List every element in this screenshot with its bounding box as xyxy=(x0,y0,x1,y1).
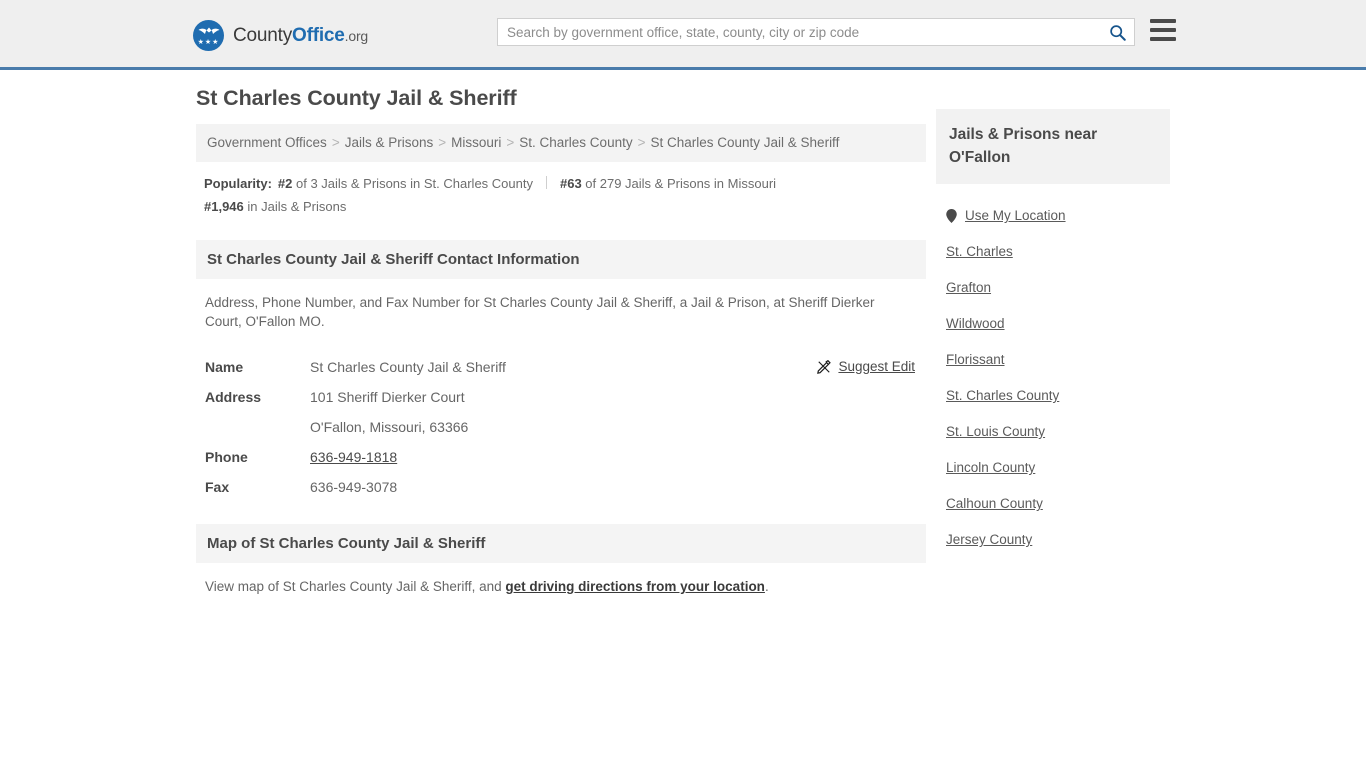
contact-row-value: 636-949-3078 xyxy=(310,479,398,495)
popularity-text: in Jails & Prisons xyxy=(243,199,347,214)
main-column: St Charles County Jail & Sheriff Governm… xyxy=(196,86,926,596)
logo-text-org: .org xyxy=(344,27,369,44)
contact-row-value: 101 Sheriff Dierker Court xyxy=(310,389,465,405)
contact-row: Phone 636-949-1818 xyxy=(205,442,917,472)
breadcrumb-separator: > xyxy=(331,135,340,150)
logo-stars: ★★★ xyxy=(197,39,220,46)
sidebar-list: Use My Location St. Charles Grafton Wildwoo… xyxy=(936,184,1170,558)
edit-pencil-icon xyxy=(817,360,832,374)
popularity-divider xyxy=(545,176,547,189)
sidebar-list-item[interactable]: Jersey County xyxy=(936,522,1170,558)
search-bar[interactable] xyxy=(497,18,1135,46)
search-icon xyxy=(1109,24,1126,41)
sidebar-link[interactable]: Use My Location xyxy=(965,198,1066,234)
contact-row-label: Fax xyxy=(205,479,230,495)
breadcrumb-current: St Charles County Jail & Sheriff xyxy=(650,135,840,150)
contact-row: O'Fallon, Missouri, 63366 xyxy=(205,412,917,442)
popularity-block: Popularity: #2 of 3 Jails & Prisons in St… xyxy=(196,162,926,218)
sidebar-link[interactable]: St. Charles County xyxy=(946,378,1059,414)
sidebar-link[interactable]: Lincoln County xyxy=(946,450,1035,486)
map-text-after: . xyxy=(764,579,769,594)
breadcrumb-link[interactable]: St. Charles County xyxy=(519,135,632,150)
popularity-item: #2 of 3 Jails & Prisons in St. Charles C… xyxy=(278,176,533,191)
sidebar-list-item[interactable]: Lincoln County xyxy=(936,450,1170,486)
popularity-rank: #63 xyxy=(559,176,582,191)
contact-section-description: Address, Phone Number, and Fax Number fo… xyxy=(205,295,875,329)
contact-row-label: Name xyxy=(205,359,244,375)
sidebar-list-item[interactable]: Florissant xyxy=(936,342,1170,378)
contact-row: Fax 636-949-3078 xyxy=(205,472,917,502)
breadcrumb-link[interactable]: Jails & Prisons xyxy=(345,135,434,150)
breadcrumb: Government Offices > Jails & Prisons > Misso… xyxy=(196,124,926,162)
sidebar: Jails & Prisons near O'Fallon Use My Loc… xyxy=(936,109,1170,558)
popularity-rank: #2 xyxy=(277,176,293,191)
sidebar-link[interactable]: Jersey County xyxy=(946,522,1032,558)
page-title: St Charles County Jail & Sheriff xyxy=(196,86,517,110)
breadcrumb-separator: > xyxy=(637,135,646,150)
map-text-before: View map of St Charles County Jail & She… xyxy=(205,579,506,594)
site-logo-link[interactable]: ★★★ CountyOffice.org xyxy=(193,20,368,51)
sidebar-list-item[interactable]: St. Charles xyxy=(936,234,1170,270)
contact-details-table: Name St Charles County Jail & Sheriff Addr… xyxy=(205,352,917,502)
driving-directions-link[interactable]: get driving directions from your locatio… xyxy=(505,579,765,594)
suggest-edit-link[interactable]: Suggest Edit xyxy=(838,352,915,382)
sidebar-link[interactable]: St. Charles xyxy=(946,234,1013,270)
hamburger-bar xyxy=(1150,37,1176,41)
sidebar-link[interactable]: Grafton xyxy=(946,270,991,306)
hamburger-bar xyxy=(1150,28,1176,32)
contact-section-body: Address, Phone Number, and Fax Number fo… xyxy=(196,279,926,502)
sidebar-link[interactable]: Wildwood xyxy=(946,306,1005,342)
sidebar-list-item[interactable]: Use My Location xyxy=(936,198,1170,234)
site-logo-text: CountyOffice.org xyxy=(233,25,368,47)
breadcrumb-separator: > xyxy=(506,135,515,150)
site-header: ★★★ CountyOffice.org xyxy=(0,0,1366,70)
hamburger-menu-icon[interactable] xyxy=(1150,19,1176,41)
sidebar-list-item[interactable]: St. Louis County xyxy=(936,414,1170,450)
contact-row: Name St Charles County Jail & Sheriff xyxy=(205,352,917,382)
sidebar-link[interactable]: Calhoun County xyxy=(946,486,1043,522)
contact-row-value: O'Fallon, Missouri, 63366 xyxy=(310,419,469,435)
popularity-rank: #1,946 xyxy=(204,199,244,214)
popularity-item: #63 of 279 Jails & Prisons in Missouri xyxy=(560,176,776,191)
sidebar-list-item[interactable]: Calhoun County xyxy=(936,486,1170,522)
contact-row-value[interactable]: 636-949-1818 xyxy=(310,442,397,472)
contact-row-value: St Charles County Jail & Sheriff xyxy=(310,359,506,375)
popularity-label: Popularity: xyxy=(204,176,272,191)
suggest-edit[interactable]: Suggest Edit xyxy=(817,352,915,382)
contact-row-label: Phone xyxy=(205,449,248,465)
sidebar-list-item[interactable]: Grafton xyxy=(936,270,1170,306)
popularity-text: of 279 Jails & Prisons in Missouri xyxy=(581,176,777,191)
map-section-heading: Map of St Charles County Jail & Sheriff xyxy=(196,524,926,563)
search-button[interactable] xyxy=(1100,19,1134,45)
breadcrumb-link[interactable]: Government Offices xyxy=(207,135,327,150)
sidebar-link[interactable]: Florissant xyxy=(946,342,1005,378)
sidebar-list-item[interactable]: Wildwood xyxy=(936,306,1170,342)
popularity-text: of 3 Jails & Prisons in St. Charles Coun… xyxy=(292,176,533,191)
sidebar-link[interactable]: St. Louis County xyxy=(946,414,1045,450)
popularity-item: #1,946 in Jails & Prisons xyxy=(204,199,346,214)
content-container: St Charles County Jail & Sheriff Governm… xyxy=(188,70,1178,594)
hamburger-bar xyxy=(1150,19,1176,23)
map-section-body: View map of St Charles County Jail & She… xyxy=(196,563,926,596)
contact-row-label: Address xyxy=(205,389,262,405)
contact-row-label xyxy=(205,412,310,442)
contact-row: Address 101 Sheriff Dierker Court xyxy=(205,382,917,412)
map-section-text: View map of St Charles County Jail & She… xyxy=(205,577,917,596)
sidebar-list-item[interactable]: St. Charles County xyxy=(936,378,1170,414)
sidebar-heading: Jails & Prisons near O'Fallon xyxy=(936,109,1170,184)
page-body: St Charles County Jail & Sheriff Governm… xyxy=(0,70,1366,594)
search-input[interactable] xyxy=(498,19,1100,45)
logo-text-county: County xyxy=(233,24,293,46)
contact-section-heading: St Charles County Jail & Sheriff Contact… xyxy=(196,240,926,279)
eagle-shield-logo-icon: ★★★ xyxy=(193,20,224,51)
map-pin-icon xyxy=(946,209,957,223)
phone-link[interactable]: 636-949-1818 xyxy=(310,449,397,465)
breadcrumb-separator: > xyxy=(438,135,447,150)
logo-text-office: Office xyxy=(292,24,345,46)
breadcrumb-link[interactable]: Missouri xyxy=(451,135,501,150)
